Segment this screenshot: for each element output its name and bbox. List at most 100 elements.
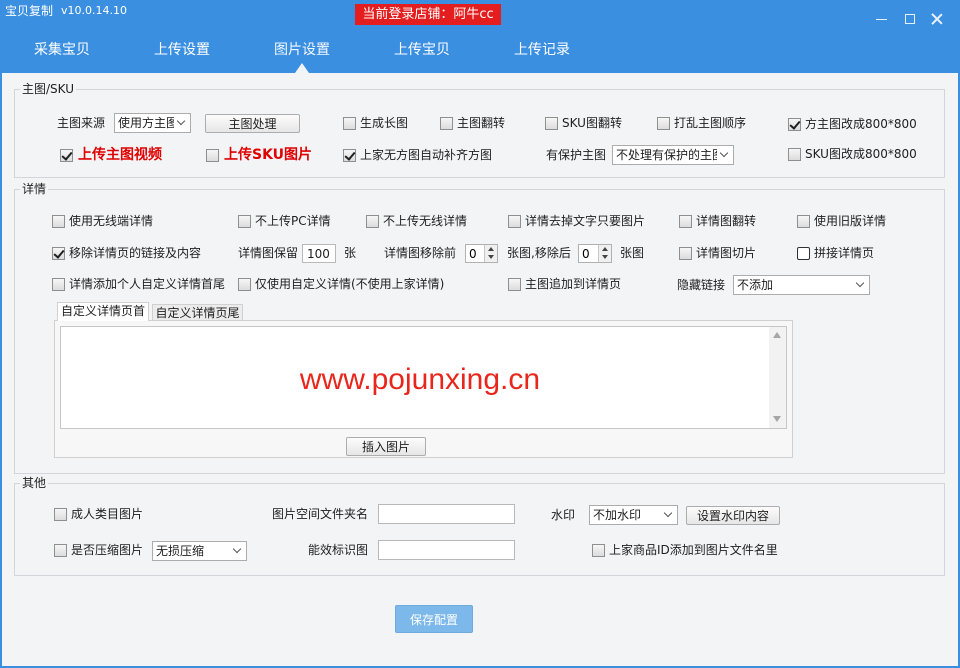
checkbox-box[interactable] bbox=[206, 148, 219, 162]
flip-main-checkbox[interactable]: 主图翻转 bbox=[440, 115, 505, 131]
checkbox-box[interactable] bbox=[54, 507, 67, 521]
stitch-detail-checkbox[interactable]: 拼接详情页 bbox=[797, 245, 874, 261]
remove-front-stepper[interactable] bbox=[465, 244, 498, 263]
checkbox-box[interactable] bbox=[60, 148, 73, 162]
compress-select[interactable]: 无损压缩 bbox=[152, 541, 247, 561]
checkbox-label: 仅使用自定义详情(不使用上家详情) bbox=[255, 277, 445, 291]
checkbox-box[interactable] bbox=[679, 246, 692, 260]
checkbox-box[interactable] bbox=[797, 214, 810, 228]
checkbox-box[interactable] bbox=[52, 277, 65, 291]
remove-front-input[interactable] bbox=[466, 245, 483, 262]
checkbox-label: 拼接详情页 bbox=[814, 246, 875, 260]
checkbox-box[interactable] bbox=[52, 246, 65, 260]
flip-detail-checkbox[interactable]: 详情图翻转 bbox=[679, 213, 756, 229]
checkbox-label: 主图翻转 bbox=[457, 116, 506, 130]
spin-down-icon[interactable] bbox=[602, 255, 608, 259]
remove-text-checkbox[interactable]: 详情去掉文字只要图片 bbox=[508, 213, 645, 229]
energy-label-input[interactable] bbox=[378, 540, 515, 560]
group-border bbox=[14, 483, 945, 576]
checkbox-label: 详情图切片 bbox=[696, 246, 757, 260]
square-800-checkbox[interactable]: 方主图改成800*800 bbox=[788, 116, 917, 132]
protected-main-select[interactable]: 不处理有保护的主图 bbox=[612, 145, 734, 165]
checkbox-box[interactable] bbox=[238, 214, 251, 228]
append-main-checkbox[interactable]: 主图追加到详情页 bbox=[508, 276, 621, 292]
use-mobile-detail-checkbox[interactable]: 使用无线端详情 bbox=[52, 213, 153, 229]
upload-sku-checkbox[interactable]: 上传SKU图片 bbox=[206, 147, 312, 163]
custom-only-checkbox[interactable]: 仅使用自定义详情(不使用上家详情) bbox=[238, 276, 444, 292]
checkbox-label: SKU图翻转 bbox=[562, 116, 622, 130]
main-source-label: 主图来源 bbox=[57, 116, 106, 130]
chevron-down-icon bbox=[855, 278, 865, 288]
subtab-detail-tail[interactable]: 自定义详情页尾 bbox=[152, 304, 243, 320]
spin-up-icon[interactable] bbox=[488, 247, 494, 251]
slice-detail-checkbox[interactable]: 详情图切片 bbox=[679, 245, 756, 261]
checkbox-box[interactable] bbox=[508, 277, 521, 291]
folder-name-input[interactable] bbox=[378, 504, 515, 524]
checkbox-box[interactable] bbox=[440, 116, 453, 130]
keep-count-input[interactable] bbox=[302, 244, 336, 263]
spin-up-icon[interactable] bbox=[602, 247, 608, 251]
checkbox-box[interactable] bbox=[52, 214, 65, 228]
energy-label-label: 能效标识图 bbox=[308, 543, 369, 557]
checkbox-box[interactable] bbox=[657, 116, 670, 130]
old-detail-checkbox[interactable]: 使用旧版详情 bbox=[797, 213, 886, 229]
checkbox-box[interactable] bbox=[797, 246, 810, 260]
save-config-button[interactable]: 保存配置 bbox=[395, 605, 473, 633]
custom-head-tail-checkbox[interactable]: 详情添加个人自定义详情首尾 bbox=[52, 276, 225, 292]
checkbox-box[interactable] bbox=[592, 543, 605, 557]
checkbox-box[interactable] bbox=[366, 214, 379, 228]
group-title: 详情 bbox=[20, 182, 49, 196]
content-area: 主图/SKU 主图来源 使用方主图 主图处理 生成长图 主图翻转 SKU图翻转 … bbox=[0, 0, 960, 668]
checkbox-box[interactable] bbox=[508, 214, 521, 228]
group-border bbox=[14, 89, 945, 178]
adult-category-checkbox[interactable]: 成人类目图片 bbox=[54, 506, 143, 522]
checkbox-box[interactable] bbox=[788, 147, 801, 161]
sku-800-checkbox[interactable]: SKU图改成800*800 bbox=[788, 146, 917, 162]
upload-video-checkbox[interactable]: 上传主图视频 bbox=[60, 147, 162, 163]
no-pc-detail-checkbox[interactable]: 不上传PC详情 bbox=[238, 213, 331, 229]
checkbox-label: 移除详情页的链接及内容 bbox=[69, 246, 202, 260]
protected-main-label: 有保护主图 bbox=[546, 148, 607, 162]
editor-scrollbar[interactable] bbox=[769, 327, 786, 428]
remove-back-stepper[interactable] bbox=[578, 244, 612, 263]
checkbox-label: 不上传PC详情 bbox=[255, 214, 331, 228]
checkbox-label: 生成长图 bbox=[360, 116, 409, 130]
checkbox-box[interactable] bbox=[788, 117, 801, 131]
watermark-select[interactable]: 不加水印 bbox=[589, 505, 678, 525]
checkbox-box[interactable] bbox=[54, 543, 67, 557]
checkbox-box[interactable] bbox=[343, 148, 356, 162]
remove-links-checkbox[interactable]: 移除详情页的链接及内容 bbox=[52, 245, 201, 261]
insert-image-button[interactable]: 插入图片 bbox=[346, 437, 426, 456]
main-source-select[interactable]: 使用方主图 bbox=[114, 113, 191, 133]
checkbox-box[interactable] bbox=[343, 116, 356, 130]
checkbox-box[interactable] bbox=[545, 116, 558, 130]
checkbox-box[interactable] bbox=[679, 214, 692, 228]
stepper-buttons[interactable] bbox=[484, 245, 497, 262]
add-id-filename-checkbox[interactable]: 上家商品ID添加到图片文件名里 bbox=[592, 542, 778, 558]
main-process-button[interactable]: 主图处理 bbox=[205, 114, 300, 133]
keep-count-label: 详情图保留 bbox=[238, 246, 299, 260]
watermark-overlay-text: www.pojunxing.cn bbox=[299, 363, 541, 396]
hide-link-select[interactable]: 不添加 bbox=[733, 275, 870, 295]
set-watermark-button[interactable]: 设置水印内容 bbox=[686, 506, 780, 525]
generate-long-checkbox[interactable]: 生成长图 bbox=[343, 115, 408, 131]
scroll-down-icon[interactable] bbox=[773, 416, 781, 422]
checkbox-label: 主图追加到详情页 bbox=[525, 277, 622, 291]
subtab-detail-head[interactable]: 自定义详情页首 bbox=[57, 302, 149, 321]
no-mobile-detail-checkbox[interactable]: 不上传无线详情 bbox=[366, 213, 467, 229]
stepper-buttons[interactable] bbox=[598, 245, 611, 262]
remove-back-input[interactable] bbox=[579, 245, 597, 262]
shuffle-main-checkbox[interactable]: 打乱主图顺序 bbox=[657, 115, 746, 131]
auto-fill-square-checkbox[interactable]: 上家无方图自动补齐方图 bbox=[343, 147, 492, 163]
flip-sku-checkbox[interactable]: SKU图翻转 bbox=[545, 115, 622, 131]
checkbox-label: 成人类目图片 bbox=[71, 507, 144, 521]
compress-checkbox[interactable]: 是否压缩图片 bbox=[54, 542, 143, 558]
checkbox-label: SKU图改成800*800 bbox=[805, 147, 917, 161]
scroll-up-icon[interactable] bbox=[773, 332, 781, 338]
spin-down-icon[interactable] bbox=[488, 255, 494, 259]
select-value: 使用方主图 bbox=[118, 116, 174, 130]
watermark-label: 水印 bbox=[551, 508, 576, 522]
hide-link-label: 隐藏链接 bbox=[677, 278, 726, 292]
remove-back-unit: 张图 bbox=[620, 246, 645, 260]
checkbox-box[interactable] bbox=[238, 277, 251, 291]
